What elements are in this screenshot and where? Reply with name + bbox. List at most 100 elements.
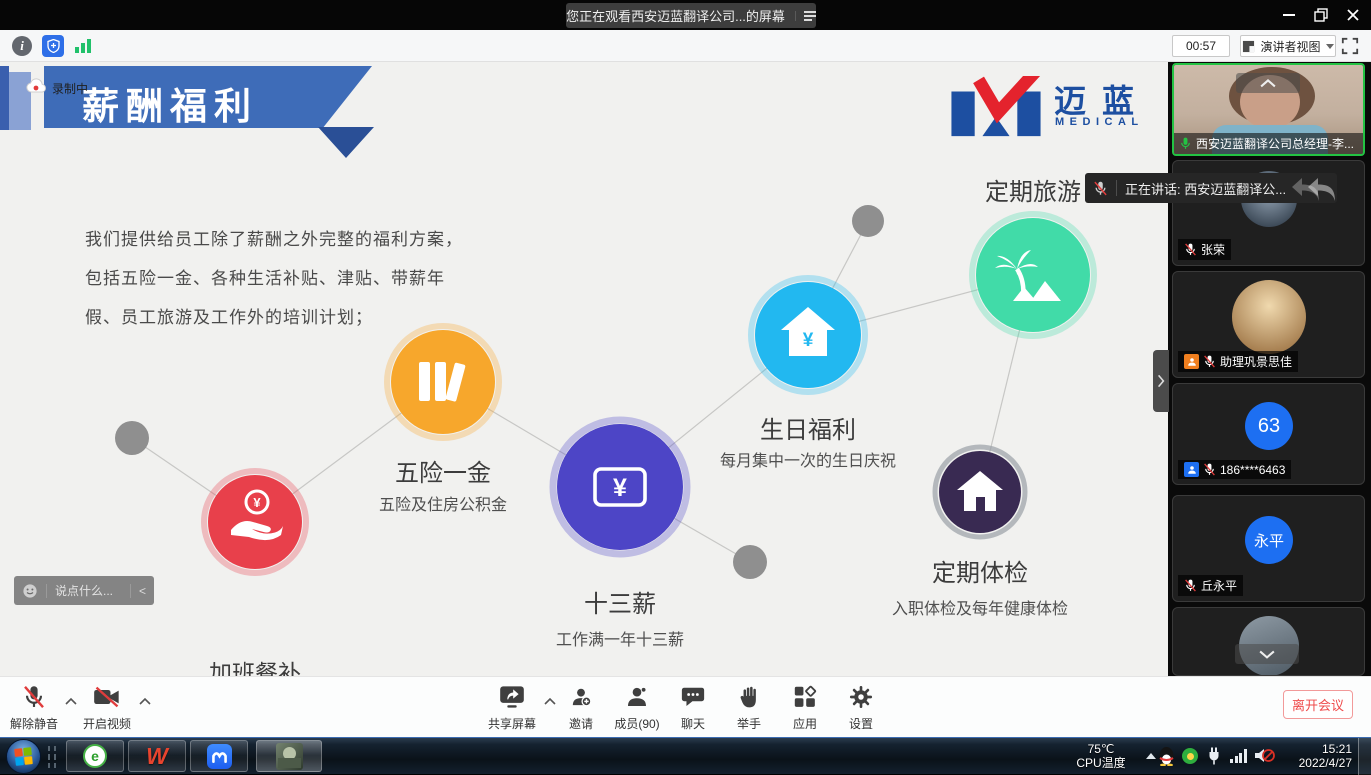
avatar: 63 [1245, 402, 1293, 450]
members-button[interactable]: 成员(90) [605, 685, 669, 732]
benefit-sub-checkup: 入职体检及每年健康体检 [870, 595, 1090, 619]
members-icon [625, 685, 649, 709]
raise-hand-button[interactable]: 举手 [720, 685, 778, 732]
fullscreen-button[interactable] [1341, 37, 1359, 60]
mic-on-icon [1179, 137, 1192, 150]
reply-arrows-icon [1284, 172, 1340, 206]
tray-network-icon[interactable] [1230, 748, 1248, 764]
mic-muted-icon [1184, 243, 1197, 256]
timer-value: 00:57 [1186, 39, 1216, 53]
chat-collapse-button[interactable]: < [139, 584, 146, 598]
meeting-appbar: i 00:57 演讲者视图 [0, 30, 1371, 62]
restore-icon [1314, 8, 1328, 22]
benefit-label-insurance: 五险一金 [363, 453, 523, 488]
tray-qq-icon[interactable] [1158, 746, 1175, 766]
chat-input-placeholder[interactable]: 说点什么... [55, 582, 122, 599]
benefit-label-meal: 加班餐补 [175, 654, 335, 676]
diagram-dot [852, 205, 884, 237]
invite-button[interactable]: 邀请 [552, 685, 610, 732]
cpu-temp-widget[interactable]: 75℃ CPU温度 [1058, 742, 1144, 770]
taskbar-photos-button-active[interactable] [256, 740, 322, 772]
security-shield-icon[interactable] [42, 35, 64, 57]
svg-text:¥: ¥ [803, 330, 814, 351]
svg-text:¥: ¥ [253, 495, 261, 510]
member-badge [1184, 462, 1199, 477]
raise-hand-icon [738, 685, 760, 709]
benefit-circle-meal [208, 475, 302, 569]
quick-chat-bar[interactable]: 说点什么... < [14, 576, 154, 605]
person-icon [1187, 465, 1197, 475]
tray-plug-icon[interactable] [1206, 747, 1222, 765]
chat-button[interactable]: 聊天 [664, 685, 722, 732]
taskbar-browser-button[interactable]: e [66, 740, 124, 772]
participant-name-chip: 张荣 [1178, 239, 1231, 260]
video-options-chevron[interactable] [138, 697, 152, 706]
photo-thumbnail-icon [276, 743, 303, 770]
network-signal-icon[interactable] [75, 38, 93, 54]
benefit-label-checkup: 定期体检 [900, 553, 1060, 588]
benefit-sub-birthday: 每月集中一次的生日庆祝 [688, 447, 928, 471]
tray-expand-arrow[interactable] [1146, 753, 1156, 759]
svg-text:¥: ¥ [613, 474, 627, 502]
watching-banner: 您正在观看西安迈蓝翻译公司...的屏幕 [566, 3, 816, 28]
assistant-badge [1184, 354, 1199, 369]
share-screen-icon [499, 685, 525, 709]
cpu-temp-value: 75℃ [1058, 742, 1144, 756]
person-icon [1187, 357, 1197, 367]
mic-options-chevron[interactable] [64, 697, 78, 706]
collapse-videos-button[interactable] [1236, 73, 1300, 93]
banner-menu-icon[interactable] [795, 11, 816, 21]
cpu-temp-label: CPU温度 [1058, 756, 1144, 770]
tray-security-icon[interactable] [1182, 748, 1198, 764]
participant-tile[interactable] [1172, 607, 1365, 676]
windows-taskbar: e W 75℃ CPU温度 [0, 737, 1371, 774]
share-screen-button[interactable]: 共享屏幕 [483, 685, 541, 732]
participant-name: 助理巩景思佳 [1220, 353, 1292, 370]
invite-person-icon [569, 685, 593, 709]
restore-button[interactable] [1306, 0, 1336, 30]
tray-volume-muted-icon[interactable] [1254, 746, 1275, 765]
taskbar-clock[interactable]: 15:21 2022/4/27 [1280, 742, 1352, 770]
participant-name-chip: 助理巩景思佳 [1178, 351, 1298, 372]
participant-name-bar: 西安迈蓝翻译公司总经理-李... [1174, 133, 1363, 154]
view-mode-button[interactable]: 演讲者视图 [1240, 35, 1336, 57]
start-button[interactable] [6, 739, 41, 774]
taskbar-grip [48, 746, 58, 768]
browser-icon: e [83, 744, 107, 768]
taskbar-meeting-button[interactable] [190, 740, 248, 772]
mic-muted-icon [1203, 463, 1216, 476]
wps-icon: W [146, 743, 168, 770]
participant-tile[interactable]: 63 186****6463 [1172, 383, 1365, 485]
participant-name: 186****6463 [1220, 463, 1285, 477]
participant-name-chip: 186****6463 [1178, 460, 1291, 479]
benefit-sub-insurance: 五险及住房公积金 [343, 491, 543, 515]
watching-text: 您正在观看西安迈蓝翻译公司...的屏幕 [566, 6, 785, 25]
start-video-button[interactable]: 开启视频 [78, 685, 136, 732]
unmute-button[interactable]: 解除静音 [5, 685, 63, 732]
sidebar-collapse-handle[interactable] [1153, 350, 1169, 412]
participant-tile[interactable]: 助理巩景思佳 [1172, 271, 1365, 378]
close-button[interactable] [1338, 0, 1368, 30]
diagram-dot [115, 421, 149, 455]
expand-videos-button[interactable] [1235, 644, 1299, 664]
meeting-info-icon[interactable]: i [12, 36, 32, 56]
mic-muted-icon [22, 685, 46, 709]
minimize-button[interactable] [1274, 0, 1304, 30]
close-icon [1347, 9, 1359, 21]
taskbar-wps-button[interactable]: W [128, 740, 186, 772]
speaking-toast-text: 正在讲话: 西安迈蓝翻译公... [1125, 179, 1286, 198]
participant-tile[interactable]: 永平 丘永平 [1172, 495, 1365, 602]
participant-name: 西安迈蓝翻译公司总经理-李... [1196, 135, 1354, 152]
mic-muted-icon [1093, 181, 1108, 196]
apps-button[interactable]: 应用 [776, 685, 834, 732]
benefit-circle-travel [976, 218, 1090, 332]
emoji-icon[interactable] [22, 583, 38, 599]
view-mode-label: 演讲者视图 [1260, 38, 1320, 55]
meeting-app-icon [207, 744, 232, 769]
participant-tile-host[interactable]: 西安迈蓝翻译公司总经理-李... [1172, 63, 1365, 156]
leave-meeting-button[interactable]: 离开会议 [1283, 690, 1353, 719]
show-desktop-button[interactable] [1358, 738, 1371, 775]
settings-button[interactable]: 设置 [832, 685, 890, 732]
fullscreen-icon [1341, 37, 1359, 55]
participant-name: 张荣 [1201, 241, 1225, 258]
